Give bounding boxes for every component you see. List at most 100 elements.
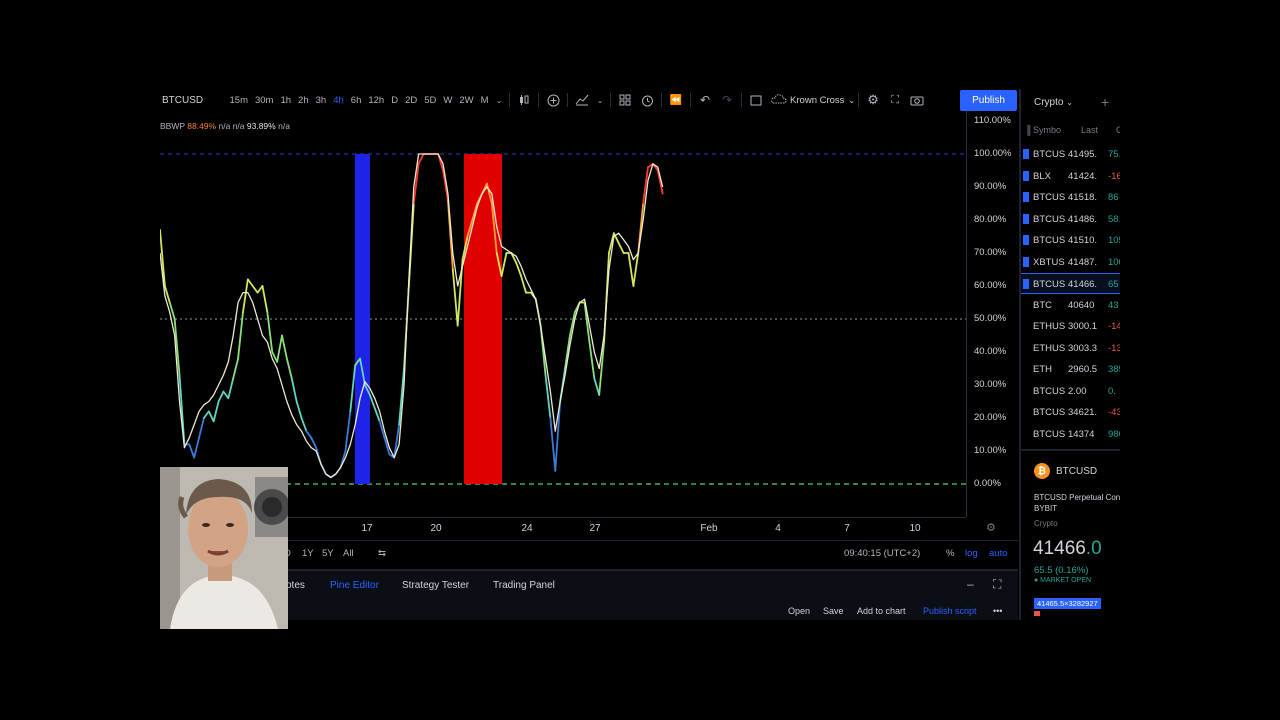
percent-toggle[interactable]: % (946, 548, 954, 559)
indicator-na-3: n/a (278, 121, 290, 131)
timeframe-w[interactable]: W (440, 95, 456, 106)
timeframe-1h[interactable]: 1h (277, 95, 295, 106)
timeframe-15m[interactable]: 15m (226, 95, 251, 106)
watchlist-change: -14 (1108, 321, 1120, 332)
log-toggle[interactable]: log (965, 548, 978, 559)
symbol-search-button[interactable]: BTCUSD (160, 95, 226, 106)
range-1y[interactable]: 1Y (302, 548, 314, 559)
watchlist-row[interactable]: BTCUS 2.00 0. (1021, 381, 1120, 402)
undo-icon[interactable]: ↶ (696, 91, 714, 109)
indicator-value-1: 88.49% (187, 121, 217, 131)
watchlist-row[interactable]: BTCUS 34621. -43 (1021, 402, 1120, 423)
bbwp-indicator-chart (160, 153, 966, 485)
chevron-down-icon[interactable]: ⌄ (494, 91, 504, 109)
detail-symbol[interactable]: BTCUSD (1056, 466, 1097, 477)
range-5y[interactable]: 5Y (322, 548, 334, 559)
column-last[interactable]: Last (1081, 125, 1098, 135)
timeframe-3h[interactable]: 3h (312, 95, 330, 106)
camera-icon[interactable] (908, 91, 926, 109)
auto-toggle[interactable]: auto (989, 548, 1008, 559)
flag-icon[interactable] (1023, 213, 1029, 224)
timeframe-5d[interactable]: 5D (421, 95, 440, 106)
open-button[interactable]: Open (788, 606, 810, 616)
watchlist-row[interactable]: BTCUS41510. 105 (1021, 230, 1120, 251)
clock-readout[interactable]: 09:40:15 (UTC+2) (844, 548, 920, 559)
watchlist-row[interactable]: ETHUS 3000.1 -14 (1021, 316, 1120, 337)
redo-icon[interactable]: ↷ (718, 91, 736, 109)
bbwp-line-segment (222, 390, 230, 400)
detail-exchange: BYBIT (1034, 504, 1058, 513)
save-button[interactable]: Save (823, 606, 844, 616)
watchlist-change: 86 (1108, 192, 1119, 203)
alert-clock-icon[interactable] (638, 91, 656, 109)
watchlist-row[interactable]: ETHUS 3003.3 -13 (1021, 338, 1120, 359)
column-symbol[interactable]: Symbo (1033, 125, 1061, 135)
layout-grid-icon[interactable] (616, 91, 634, 109)
axis-settings-gear-icon[interactable]: ⚙ (986, 521, 996, 534)
bbwp-line-segment (261, 285, 269, 314)
watchlist-row[interactable]: BTCUS14374 986 (1021, 424, 1120, 445)
timeframe-30m[interactable]: 30m (251, 95, 276, 106)
publish-script-button[interactable]: Publish script (923, 606, 977, 616)
indicator-legend[interactable]: BBWP 88.49% n/a n/a 93.89% n/a (160, 121, 290, 131)
publish-button[interactable]: Publish (960, 90, 1017, 111)
timeframe-12h[interactable]: 12h (365, 95, 388, 106)
compare-plus-icon[interactable] (544, 91, 562, 109)
price-axis-label: 10.00% (974, 445, 1007, 456)
flag-icon[interactable] (1023, 192, 1029, 202)
flag-icon[interactable] (1023, 235, 1029, 245)
watchlist-row[interactable]: BTCUS 41495. 75. (1021, 144, 1120, 165)
candles-icon[interactable] (515, 91, 533, 109)
price-axis[interactable]: 110.00% 100.00% 90.00% 80.00% 70.00% 60.00% 50… (966, 111, 1018, 517)
watchlist-row[interactable]: BTCUS 41486. 58. (1021, 209, 1120, 230)
watchlist-change: -43 (1108, 407, 1120, 418)
timeframe-m[interactable]: M (477, 95, 492, 106)
timeframe-4h[interactable]: 4h (330, 95, 348, 106)
fullscreen-rect-icon[interactable] (747, 91, 765, 109)
timeframe-2w[interactable]: 2W (456, 95, 477, 106)
flag-icon[interactable] (1023, 149, 1029, 159)
watchlist-row[interactable]: BLX 41424. -16 (1021, 166, 1120, 187)
watchlist-row[interactable]: XBTUS41487. 100 (1021, 252, 1120, 273)
tab-pine-editor[interactable]: Pine Editor (330, 580, 379, 591)
flag-icon[interactable] (1023, 170, 1029, 181)
flag-icon[interactable] (1023, 256, 1029, 267)
watchlist-title[interactable]: Crypto ⌄ (1034, 97, 1073, 108)
indicators-icon[interactable] (573, 91, 591, 109)
add-to-chart-button[interactable]: Add to chart (857, 606, 906, 616)
timeframe-6h[interactable]: 6h (347, 95, 365, 106)
toolbar-divider (538, 93, 540, 107)
chevron-down-icon[interactable]: ⌄ (595, 91, 605, 109)
expand-icon[interactable]: ⛶ (886, 91, 904, 109)
tab-trading-panel[interactable]: Trading Panel (493, 580, 555, 591)
watchlist-last: 41466. (1068, 279, 1098, 290)
watchlist-row[interactable]: ETH 2960.5 385 (1021, 359, 1120, 380)
timeframe-d[interactable]: D (388, 95, 402, 106)
timeframe-2h[interactable]: 2h (295, 95, 313, 106)
flag-icon[interactable] (1023, 279, 1029, 289)
minimize-icon[interactable]: – (967, 577, 974, 591)
add-symbol-plus-icon[interactable]: + (1101, 94, 1109, 110)
watchlist-symbol: BTCUS (1033, 428, 1066, 440)
tab-strategy-tester[interactable]: Strategy Tester (402, 580, 469, 591)
more-icon[interactable]: ••• (993, 606, 1002, 616)
replay-icon[interactable]: ⏪ (667, 91, 685, 109)
watchlist-change: 100 (1108, 256, 1120, 268)
tab-notes[interactable]: otes (286, 580, 305, 591)
watchlist-row[interactable]: BTCUS 41518. 86 (1021, 187, 1120, 208)
range-all[interactable]: All (343, 548, 354, 559)
toolbar-divider (610, 93, 612, 107)
gear-icon[interactable]: ⚙ (864, 91, 882, 109)
cloud-icon (771, 93, 787, 107)
goto-date-icon[interactable]: ⇆ (378, 548, 386, 559)
timeframe-2d[interactable]: 2D (402, 95, 421, 106)
chart-pane[interactable] (160, 111, 966, 517)
watchlist-row[interactable]: BTCUS 41466. 65 (1021, 273, 1120, 294)
bbwp-line-segment (242, 278, 249, 314)
watchlist-change: 75. (1108, 149, 1120, 160)
watchlist-symbol: BTC (1033, 299, 1052, 311)
template-selector[interactable]: Krown Cross ⌄ (771, 93, 855, 107)
maximize-icon[interactable]: ⛶ (993, 577, 1001, 592)
watchlist-row[interactable]: BTC 40640 43 (1021, 295, 1120, 316)
column-change[interactable]: C (1116, 125, 1120, 135)
